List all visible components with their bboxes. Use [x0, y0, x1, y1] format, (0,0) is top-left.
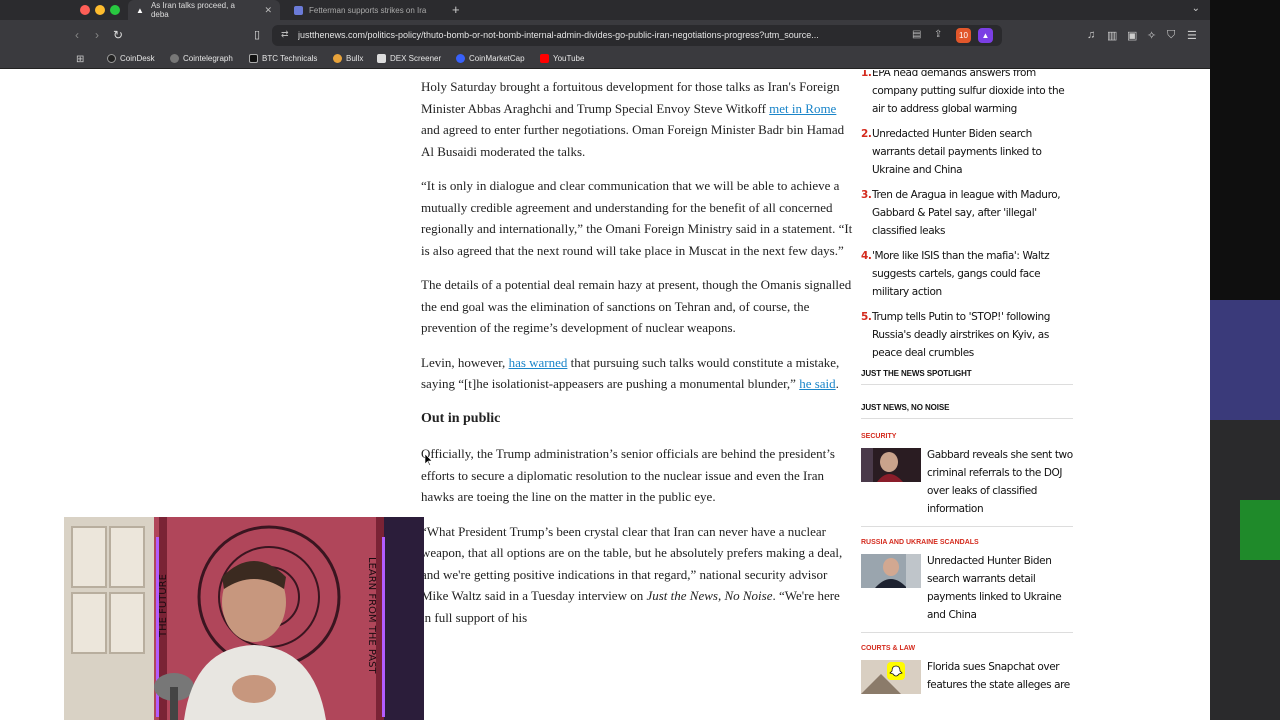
trending-item[interactable]: 2. Unredacted Hunter Biden search warrant…: [861, 125, 1073, 179]
tab-title: As Iran talks proceed, a deba: [150, 1, 235, 19]
trending-item[interactable]: 3. Tren de Aragua in league with Maduro, …: [861, 186, 1073, 240]
gabbard-thumbnail[interactable]: [861, 448, 921, 482]
sidebar: 1. EPA head demands answers from company …: [861, 70, 1073, 714]
spotlight-heading: JUST THE NEWS SPOTLIGHT: [861, 369, 1073, 385]
media-icon[interactable]: ♫: [1087, 29, 1095, 41]
snapchat-thumbnail[interactable]: [861, 660, 921, 694]
webcam-overlay: THE FUTURE LEARN FROM THE PAST: [64, 517, 424, 720]
no-noise-heading: JUST NEWS, NO NOISE: [861, 403, 1073, 419]
reader-mode-icon[interactable]: ▤: [912, 29, 921, 40]
coinmarketcap-icon: [456, 54, 465, 63]
cointelegraph-icon: [170, 54, 179, 63]
browser-toolbar: ‹ › ↻ ▯ ⇄ justthenews.com/politics-polic…: [0, 20, 1210, 50]
has-warned-link[interactable]: has warned: [509, 355, 568, 370]
tradingview-icon: [249, 54, 258, 63]
wallet-icon[interactable]: ▣: [1127, 29, 1137, 42]
leo-icon[interactable]: ✧: [1147, 29, 1156, 42]
apps-grid-icon[interactable]: ⊞: [76, 54, 84, 65]
news-card[interactable]: Florida sues Snapchat over features the …: [861, 658, 1073, 702]
paragraph: Holy Saturday brought a fortuitous devel…: [421, 79, 845, 159]
close-window-icon[interactable]: [80, 5, 90, 15]
site-settings-icon[interactable]: ⇄: [281, 29, 289, 40]
paragraph: “What President Trump’s been crystal cle…: [421, 523, 843, 625]
trending-item[interactable]: 4. 'More like ISIS than the mafia': Waltz…: [861, 247, 1073, 301]
bullx-icon: [333, 54, 342, 63]
back-icon[interactable]: ‹: [75, 28, 79, 42]
menu-icon[interactable]: ☰: [1187, 29, 1197, 42]
hunter-biden-thumbnail[interactable]: [861, 554, 921, 588]
browser-window: ▲ As Iran talks proceed, a deba ✕ Fetter…: [0, 0, 1210, 720]
bookmark-cointelegraph[interactable]: Cointelegraph: [170, 54, 233, 63]
bookmark-icon[interactable]: ▯: [254, 28, 260, 41]
reload-icon[interactable]: ↻: [113, 28, 123, 42]
coindesk-icon: [107, 54, 116, 63]
bookmarks-bar: ⊞ CoinDesk Cointelegraph BTC Technicals …: [0, 50, 1210, 69]
vpn-icon[interactable]: ⛉: [1167, 29, 1175, 42]
tab-article[interactable]: ▲ As Iran talks proceed, a deba ✕: [128, 0, 280, 20]
card-title: Unredacted Hunter Biden search warrants …: [927, 555, 1062, 621]
he-said-link[interactable]: he said: [799, 376, 835, 391]
brave-rewards-icon[interactable]: ▲: [978, 28, 993, 43]
sidebar-icon[interactable]: ▥: [1107, 29, 1117, 42]
bookmark-bullx[interactable]: Bullx: [333, 54, 363, 63]
bookmark-youtube[interactable]: YouTube: [540, 54, 584, 63]
webcam-video: THE FUTURE LEARN FROM THE PAST: [64, 517, 424, 720]
paragraph: The details of a potential deal remain h…: [421, 277, 852, 335]
trending-item[interactable]: 1. EPA head demands answers from company …: [861, 70, 1073, 118]
bookmark-dex-screener[interactable]: DEX Screener: [377, 54, 441, 63]
forward-icon[interactable]: ›: [95, 28, 99, 42]
chevron-down-icon[interactable]: ⌄: [1192, 3, 1200, 14]
card-category[interactable]: RUSSIA AND UKRAINE SCANDALS: [861, 539, 1073, 546]
url-text: justthenews.com/politics-policy/thuto-bo…: [298, 30, 819, 40]
desktop-background: [1210, 0, 1280, 720]
news-card[interactable]: Unredacted Hunter Biden search warrants …: [861, 552, 1073, 633]
met-in-rome-link[interactable]: met in Rome: [769, 101, 836, 116]
brave-shields-icon[interactable]: 10: [956, 28, 971, 43]
tab-title: Fetterman supports strikes on Ira: [309, 5, 427, 15]
address-bar[interactable]: ⇄ justthenews.com/politics-policy/thuto-…: [272, 25, 1002, 46]
news-card[interactable]: Gabbard reveals she sent two criminal re…: [861, 446, 1073, 527]
tapestry-text-left: THE FUTURE: [158, 574, 169, 638]
article-body: Holy Saturday brought a fortuitous devel…: [421, 76, 853, 641]
new-tab-button[interactable]: +: [452, 2, 460, 17]
youtube-icon: [540, 54, 549, 63]
card-category[interactable]: SECURITY: [861, 433, 1073, 440]
minimize-window-icon[interactable]: [95, 5, 105, 15]
paragraph: Officially, the Trump administration’s s…: [421, 446, 835, 504]
close-tab-icon[interactable]: ✕: [264, 5, 272, 16]
bookmark-coindesk[interactable]: CoinDesk: [107, 54, 155, 63]
site-favicon-icon: ▲: [136, 5, 144, 15]
card-title: Gabbard reveals she sent two criminal re…: [927, 449, 1073, 515]
card-title: Florida sues Snapchat over features the …: [927, 661, 1070, 691]
maximize-window-icon[interactable]: [110, 5, 120, 15]
trending-item[interactable]: 5. Trump tells Putin to 'STOP!' following…: [861, 308, 1073, 362]
bookmark-btc-technicals[interactable]: BTC Technicals: [249, 54, 317, 63]
bookmark-coinmarketcap[interactable]: CoinMarketCap: [456, 54, 525, 63]
share-icon[interactable]: ⇪: [934, 29, 942, 40]
paragraph: “It is only in dialogue and clear commun…: [421, 178, 853, 258]
section-heading: Out in public: [421, 410, 501, 426]
tab-bar: ▲ As Iran talks proceed, a deba ✕ Fetter…: [0, 0, 1210, 20]
paragraph: Levin, however, has warned that pursuing…: [421, 354, 840, 392]
dexscreener-icon: [377, 54, 386, 63]
card-category[interactable]: COURTS & LAW: [861, 645, 1073, 652]
tab-fetterman[interactable]: Fetterman supports strikes on Ira: [286, 0, 446, 20]
tapestry-text-right: LEARN FROM THE PAST: [366, 557, 377, 674]
site-favicon-icon: [294, 5, 303, 15]
